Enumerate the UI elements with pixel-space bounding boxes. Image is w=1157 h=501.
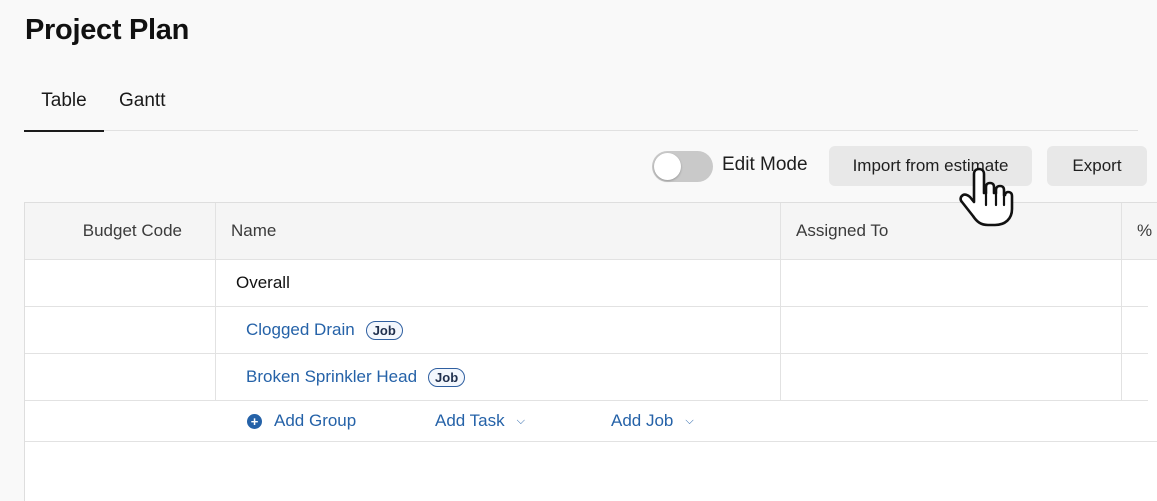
add-job-label: Add Job	[611, 411, 674, 430]
import-from-estimate-button[interactable]: Import from estimate	[829, 146, 1032, 186]
add-actions-row: + Add Group Add Task ⌵ Add Job ⌵	[25, 401, 1157, 442]
table-row[interactable]: Broken Sprinkler Head Job	[25, 354, 1148, 401]
table-row[interactable]: Clogged Drain Job	[25, 307, 1148, 354]
percent-cell	[1122, 354, 1157, 400]
budget-code-cell[interactable]	[25, 307, 216, 353]
job-link[interactable]: Broken Sprinkler Head	[246, 367, 417, 387]
add-job-button[interactable]: Add Job ⌵	[611, 401, 694, 441]
job-link[interactable]: Clogged Drain	[246, 320, 355, 340]
table-row[interactable]: Overall	[25, 260, 1148, 307]
assigned-to-cell[interactable]	[781, 354, 1122, 400]
row-name: Overall	[236, 273, 290, 292]
plus-circle-icon: +	[247, 413, 262, 429]
view-tabs: Table Gantt	[24, 86, 1138, 132]
edit-mode-label: Edit Mode	[722, 154, 808, 175]
toggle-knob	[654, 153, 681, 180]
budget-code-cell[interactable]	[25, 354, 216, 400]
project-plan-table: Budget Code Name Assigned To % Overall C…	[24, 202, 1157, 501]
add-group-label: Add Group	[274, 411, 357, 430]
column-header-assigned-to[interactable]: Assigned To	[781, 203, 1122, 259]
column-header-percent[interactable]: %	[1122, 203, 1157, 259]
percent-cell	[1122, 307, 1157, 353]
job-badge: Job	[428, 367, 466, 387]
chevron-down-icon: ⌵	[685, 414, 694, 427]
name-cell[interactable]: Broken Sprinkler Head Job	[216, 354, 781, 400]
add-task-button[interactable]: Add Task ⌵	[435, 401, 525, 441]
chevron-down-icon: ⌵	[516, 414, 525, 427]
page-title: Project Plan	[25, 14, 190, 46]
job-badge: Job	[365, 320, 403, 340]
column-header-budget-code[interactable]: Budget Code	[25, 203, 216, 259]
assigned-to-cell[interactable]	[781, 260, 1122, 306]
assigned-to-cell[interactable]	[781, 307, 1122, 353]
percent-cell	[1122, 260, 1157, 306]
table-header: Budget Code Name Assigned To %	[25, 203, 1157, 260]
add-group-button[interactable]: + Add Group	[247, 401, 356, 441]
budget-code-cell[interactable]	[25, 260, 216, 306]
name-cell[interactable]: Overall	[216, 260, 781, 306]
tab-gantt[interactable]: Gantt	[119, 86, 165, 131]
export-button[interactable]: Export	[1047, 146, 1147, 186]
tab-table[interactable]: Table	[24, 86, 104, 132]
add-task-label: Add Task	[435, 411, 505, 430]
name-cell[interactable]: Clogged Drain Job	[216, 307, 781, 353]
edit-mode-toggle[interactable]	[652, 151, 713, 182]
column-header-name[interactable]: Name	[216, 203, 781, 259]
